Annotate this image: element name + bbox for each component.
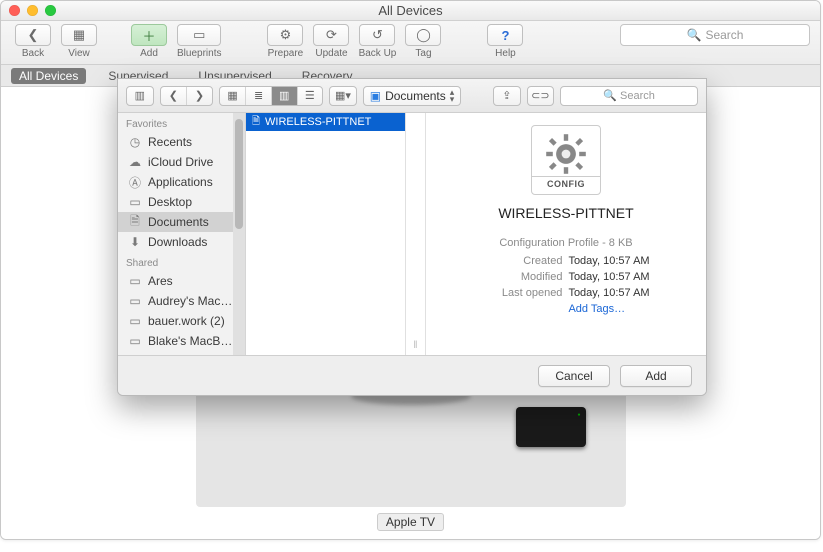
column-view: 🗎 WIRELESS-PITTNET ‖ <box>246 113 706 355</box>
app-search-input[interactable]: 🔍 Search <box>620 24 810 46</box>
backup-button[interactable]: ↺ Back Up <box>355 24 399 59</box>
popup-arrows-icon: ▴▾ <box>450 89 455 103</box>
desktop-icon: ▭ <box>128 195 142 209</box>
blueprints-button[interactable]: ▭ Blueprints <box>173 24 225 59</box>
nav-forward-button[interactable]: ❯ <box>186 87 212 105</box>
config-badge-label: CONFIG <box>532 176 600 191</box>
dialog-sidebar: Favorites ◷Recents ☁iCloud Drive ⒶApplic… <box>118 113 246 355</box>
open-dialog-footer: Cancel Add <box>118 355 706 395</box>
prepare-button[interactable]: ⚙ Prepare <box>263 24 307 59</box>
tags-button[interactable]: ⊂⊃ <box>527 86 555 106</box>
column-resize-handle[interactable]: ‖ <box>406 113 426 355</box>
sidebar-item-downloads[interactable]: ⬇Downloads <box>118 232 245 252</box>
main-window: All Devices ❮ Back ▦ View ＋ Add ▭ Bluepr… <box>0 0 821 540</box>
tag-button[interactable]: ◯ Tag <box>401 24 445 59</box>
computer-icon: ▭ <box>128 274 142 288</box>
computer-icon: ▭ <box>128 314 142 328</box>
preview-subtitle: Configuration Profile - 8 KB <box>499 237 632 249</box>
cloud-icon: ☁ <box>128 155 142 169</box>
view-columns-button[interactable]: ▥ <box>271 87 297 105</box>
grid-icon: ▦ <box>73 27 85 43</box>
group-button[interactable]: ▦▾ <box>330 87 356 105</box>
sidebar-shared-bauer[interactable]: ▭bauer.work (2) <box>118 311 245 331</box>
scope-all-devices[interactable]: All Devices <box>11 68 86 84</box>
sidebar-shared-audrey[interactable]: ▭Audrey's Mac… <box>118 291 245 311</box>
appletv-graphic <box>516 407 586 447</box>
shared-header: Shared <box>118 252 245 271</box>
apps-icon: Ⓐ <box>128 174 142 191</box>
tag-icon: ◯ <box>416 27 431 43</box>
location-label: Documents <box>385 89 446 103</box>
opened-value: Today, 10:57 AM <box>568 285 649 301</box>
add-confirm-button[interactable]: Add <box>620 365 692 387</box>
chevron-left-icon: ❮ <box>28 27 39 43</box>
open-dialog-body: Favorites ◷Recents ☁iCloud Drive ⒶApplic… <box>118 113 706 355</box>
grip-icon: ‖ <box>413 340 417 355</box>
sidebar-toggle-icon[interactable]: ▥ <box>127 87 153 105</box>
sidebar-item-desktop[interactable]: ▭Desktop <box>118 192 245 212</box>
modified-label: Modified <box>482 269 562 285</box>
view-gallery-button[interactable]: ☰ <box>297 87 323 105</box>
back-button[interactable]: ❮ Back <box>11 24 55 59</box>
search-icon: 🔍 <box>687 28 702 42</box>
add-tags-link[interactable]: Add Tags… <box>568 301 625 317</box>
computer-icon: ▭ <box>128 334 142 348</box>
config-profile-icon: CONFIG <box>531 125 601 195</box>
add-button[interactable]: ＋ Add <box>127 24 171 59</box>
sidebar-shared-blake[interactable]: ▭Blake's MacB… <box>118 331 245 351</box>
downloads-icon: ⬇ <box>128 235 142 249</box>
sidebar-toggle-seg[interactable]: ▥ <box>126 86 154 106</box>
tag-small-icon: ⊂⊃ <box>531 89 549 102</box>
view-mode-seg: ▦ ≣ ▥ ☰ <box>219 86 323 106</box>
cancel-button[interactable]: Cancel <box>538 365 610 387</box>
window-title: All Devices <box>1 3 820 18</box>
open-dialog: ▥ ❮ ❯ ▦ ≣ ▥ ☰ ▦▾ ▣ Documents ▴▾ ⇪ <box>117 78 707 396</box>
documents-icon: 🗎 <box>128 212 142 232</box>
preview-meta-table: Created Today, 10:57 AM Modified Today, 10… <box>482 253 649 317</box>
file-row-selected[interactable]: 🗎 WIRELESS-PITTNET <box>246 113 405 131</box>
sidebar-item-applications[interactable]: ⒶApplications <box>118 172 245 192</box>
view-icons-button[interactable]: ▦ <box>220 87 246 105</box>
nav-seg: ❮ ❯ <box>160 86 213 106</box>
app-toolbar: ❮ Back ▦ View ＋ Add ▭ Blueprints ⚙ Prepa… <box>1 21 820 65</box>
scrollbar-thumb[interactable] <box>235 119 243 229</box>
update-button[interactable]: ⟳ Update <box>309 24 353 59</box>
plus-icon: ＋ <box>142 26 155 45</box>
location-popup[interactable]: ▣ Documents ▴▾ <box>363 86 462 106</box>
search-icon: 🔍 <box>603 89 617 102</box>
device-label: Apple TV <box>377 513 444 531</box>
computer-icon: ▭ <box>128 294 142 308</box>
refresh-icon: ⟳ <box>326 27 337 43</box>
sidebar-item-recents[interactable]: ◷Recents <box>118 132 245 152</box>
share-button[interactable]: ⇪ <box>493 86 521 106</box>
created-value: Today, 10:57 AM <box>568 253 649 269</box>
share-icon: ⇪ <box>502 89 511 102</box>
sidebar-scrollbar[interactable] <box>233 113 245 355</box>
sidebar-shared-ares[interactable]: ▭Ares <box>118 271 245 291</box>
preview-title: WIRELESS-PITTNET <box>498 205 633 221</box>
opened-label: Last opened <box>482 285 562 301</box>
clock-icon: ◷ <box>128 135 142 149</box>
favorites-header: Favorites <box>118 113 245 132</box>
open-dialog-toolbar: ▥ ❮ ❯ ▦ ≣ ▥ ☰ ▦▾ ▣ Documents ▴▾ ⇪ <box>118 79 706 113</box>
modified-value: Today, 10:57 AM <box>568 269 649 285</box>
sidebar-item-icloud[interactable]: ☁iCloud Drive <box>118 152 245 172</box>
file-icon: 🗎 <box>252 114 260 131</box>
view-button[interactable]: ▦ View <box>57 24 101 59</box>
clock-arrow-icon: ↺ <box>372 27 383 43</box>
sidebar-item-documents[interactable]: 🗎Documents <box>118 212 245 232</box>
group-seg[interactable]: ▦▾ <box>329 86 357 106</box>
dialog-search-input[interactable]: 🔍 Search <box>560 86 698 106</box>
nav-back-button[interactable]: ❮ <box>161 87 187 105</box>
file-column: 🗎 WIRELESS-PITTNET <box>246 113 406 355</box>
gear-icon: ⚙ <box>280 27 292 43</box>
created-label: Created <box>482 253 562 269</box>
help-button[interactable]: ? Help <box>483 24 527 59</box>
titlebar: All Devices <box>1 1 820 21</box>
view-list-button[interactable]: ≣ <box>245 87 271 105</box>
folder-icon: ▣ <box>370 89 381 103</box>
gear-large-icon <box>544 132 588 176</box>
preview-pane: CONFIG WIRELESS-PITTNET Configuration Pr… <box>426 113 706 355</box>
blueprint-icon: ▭ <box>193 27 205 43</box>
